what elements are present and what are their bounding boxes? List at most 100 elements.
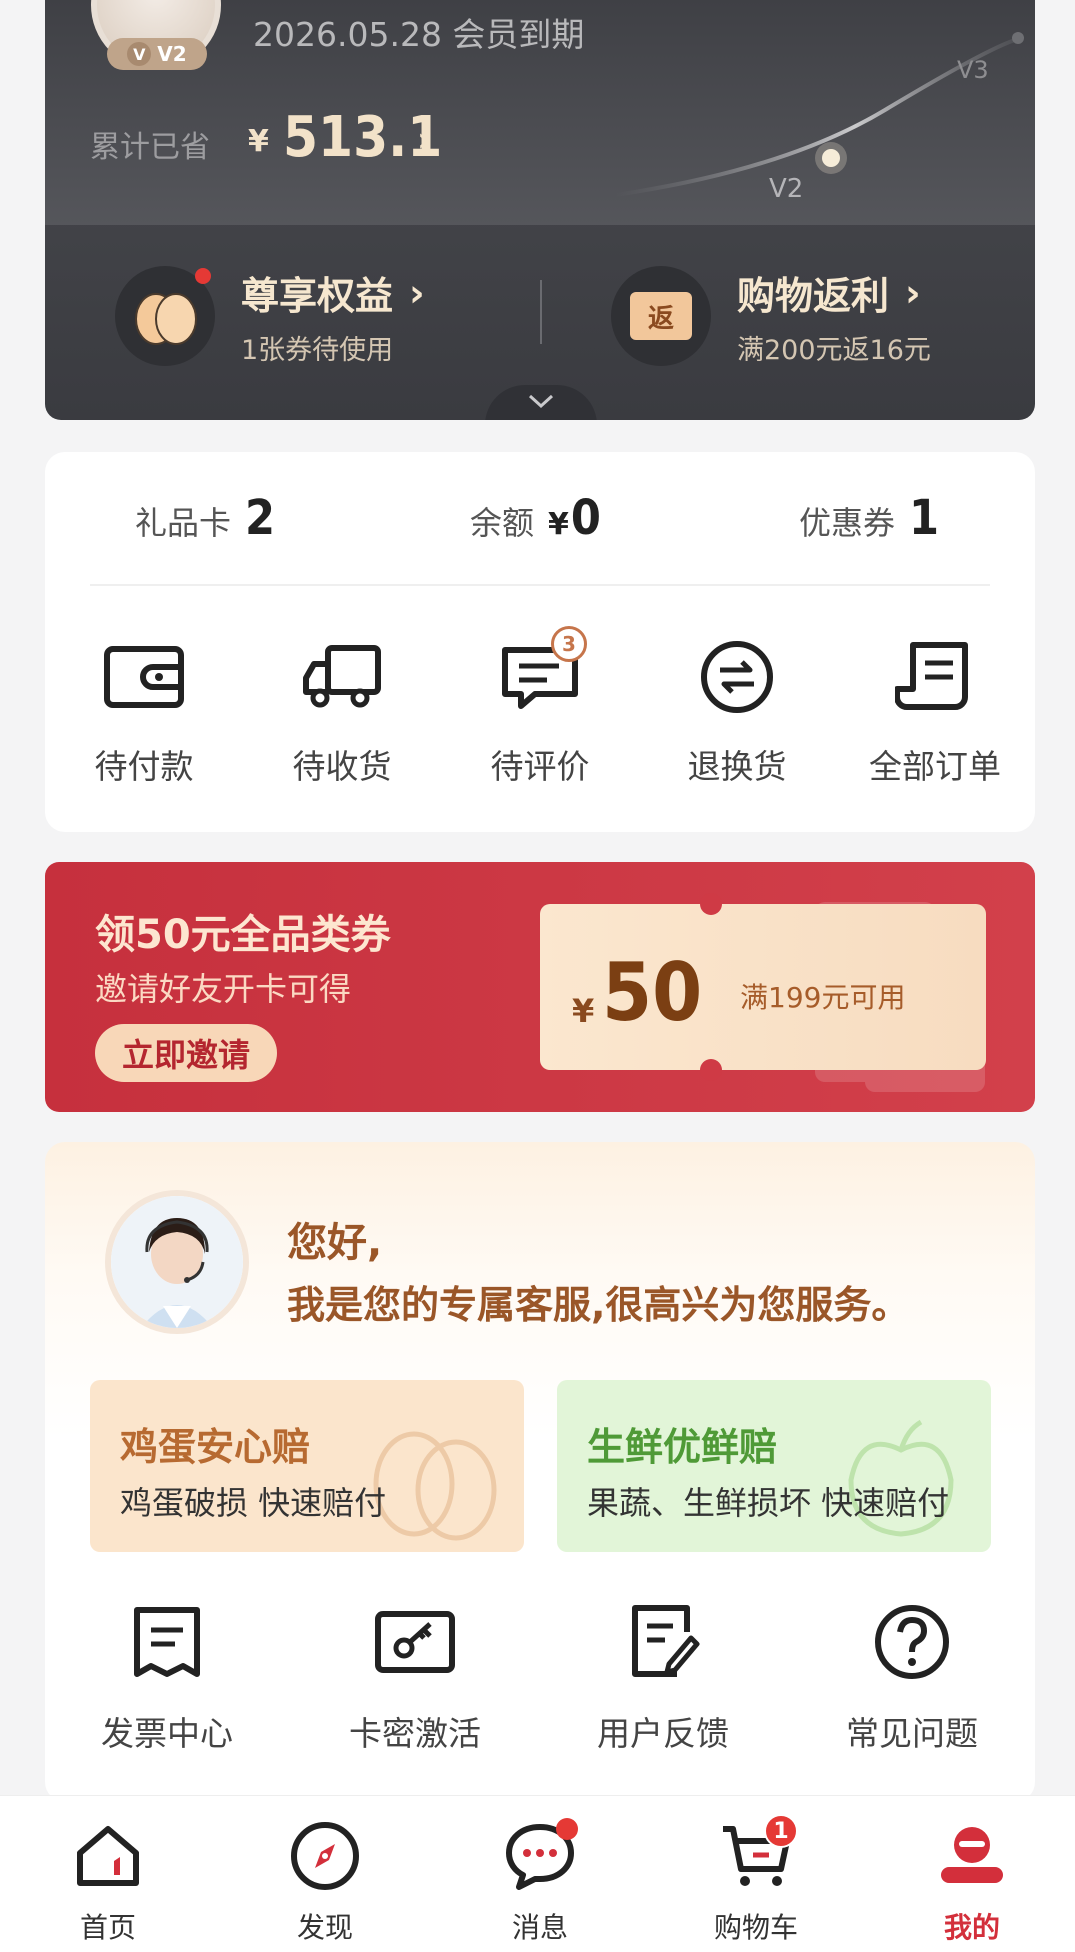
chevron-right-icon: › [409, 270, 425, 315]
tab-label: 发现 [296, 1911, 353, 1944]
coupon-amount: 50 [602, 946, 703, 1039]
coupon-currency: ¥ [572, 992, 595, 1030]
member-header: V V2 2026.05.28 会员到期 累计已省 ¥ 513.1 › V3 V… [45, 0, 1035, 225]
gift-card-label: 礼品卡 [135, 504, 232, 542]
expand-card-button[interactable] [485, 385, 597, 420]
comment-icon: 3 [495, 626, 587, 722]
gift-card-count: 2 [245, 490, 276, 546]
review-count-badge: 3 [551, 626, 587, 662]
card-activation-entry[interactable]: 卡密激活 [315, 1597, 515, 1755]
home-icon [68, 1816, 148, 1896]
order-list-icon [890, 632, 980, 722]
egg-guarantee-subtitle: 鸡蛋破损 快速赔付 [120, 1484, 387, 1522]
invite-subtitle: 邀请好友开卡可得 [95, 970, 352, 1008]
order-label: 全部订单 [869, 747, 1001, 786]
coupon-ticket[interactable]: ¥ 50 满199元可用 [540, 893, 986, 1081]
feedback-icon [618, 1597, 708, 1687]
order-pending-delivery[interactable]: 待收货 [262, 632, 422, 788]
rebate-ticket-label: 返 [630, 292, 692, 340]
divider [90, 584, 990, 586]
tab-label: 购物车 [713, 1911, 798, 1944]
coupon-entry[interactable]: 优惠券 1 [799, 490, 939, 546]
compass-icon [285, 1816, 365, 1896]
coupon-label: 优惠券 [799, 504, 896, 542]
truck-icon [297, 632, 387, 722]
coupon-condition: 满199元可用 [740, 981, 906, 1014]
tool-label: 用户反馈 [597, 1714, 729, 1753]
current-level-label: V2 [769, 174, 804, 204]
invoice-icon [122, 1597, 212, 1687]
benefit-red-dot [195, 268, 211, 284]
member-expire-date: 2026.05.28 会员到期 [253, 15, 585, 54]
tab-discover[interactable]: 发现 [255, 1816, 395, 1946]
tool-label: 卡密激活 [349, 1714, 481, 1753]
tab-messages[interactable]: 消息 [470, 1816, 610, 1946]
balance-currency: ¥ [548, 507, 569, 542]
coupon-notch [700, 1059, 722, 1081]
agent-portrait-icon [111, 1196, 243, 1328]
member-level-text: V2 [157, 42, 187, 66]
invoice-center-entry[interactable]: 发票中心 [67, 1597, 267, 1755]
tab-home[interactable]: 首页 [38, 1816, 178, 1946]
benefit-title: 尊享权益 [241, 274, 394, 318]
order-pending-payment[interactable]: 待付款 [64, 632, 224, 788]
exchange-icon [692, 632, 782, 722]
rebate-subtitle: 满200元返16元 [737, 335, 931, 366]
order-label: 待付款 [94, 747, 194, 786]
message-icon [500, 1816, 580, 1896]
fresh-guarantee-subtitle: 果蔬、生鲜损坏 快速赔付 [587, 1484, 950, 1522]
shopping-rebate-entry[interactable]: 返 购物返利 › 满200元返16元 [611, 265, 931, 367]
order-pending-review[interactable]: 3 待评价 [460, 626, 620, 788]
benefit-subtitle: 1张券待使用 [241, 335, 394, 366]
exclusive-benefits-entry[interactable]: 尊享权益 › 1张券待使用 [115, 265, 425, 367]
member-level-badge: V V2 [107, 38, 207, 70]
invite-title: 领50元全品类券 [95, 912, 391, 958]
chevron-right-icon: › [905, 270, 921, 315]
faq-entry[interactable]: 常见问题 [812, 1597, 1012, 1755]
message-red-dot [556, 1818, 578, 1840]
egg-guarantee-card[interactable]: 鸡蛋安心赔 鸡蛋破损 快速赔付 [90, 1380, 524, 1552]
invite-now-button[interactable]: 立即邀请 [95, 1024, 277, 1082]
rebate-ticket-icon: 返 [611, 266, 711, 366]
coupon-count: 1 [909, 490, 940, 546]
bottom-tab-bar: 首页 发现 消息 1 购物车 我的 [0, 1795, 1075, 1952]
tool-label: 发票中心 [101, 1714, 233, 1753]
egg-icon [115, 266, 215, 366]
gift-card-entry[interactable]: 礼品卡 2 [135, 490, 275, 546]
cart-icon: 1 [716, 1814, 798, 1896]
balance-value: 0 [570, 490, 601, 546]
cart-count-badge: 1 [764, 1814, 798, 1848]
balance-label: 余额 [470, 504, 535, 542]
tab-label: 我的 [943, 1911, 1000, 1944]
tab-cart[interactable]: 1 购物车 [686, 1814, 826, 1946]
fresh-guarantee-title: 生鲜优鲜赔 [587, 1425, 778, 1469]
order-label: 待收货 [292, 747, 392, 786]
service-agent-avatar[interactable] [105, 1190, 249, 1334]
customer-service-card: 您好, 我是您的专属客服,很高兴为您服务。 鸡蛋安心赔 鸡蛋破损 快速赔付 生鲜… [45, 1142, 1035, 1802]
saved-label: 累计已省 [90, 130, 210, 165]
tab-label: 首页 [79, 1911, 136, 1944]
order-returns[interactable]: 退换货 [657, 632, 817, 788]
saved-detail-arrow[interactable]: › [417, 120, 431, 160]
service-greeting: 您好, [287, 1220, 383, 1266]
question-icon [867, 1597, 957, 1687]
egg-guarantee-title: 鸡蛋安心赔 [120, 1425, 311, 1469]
assets-orders-card: 礼品卡 2 余额 ¥0 优惠券 1 待付款 待收货 3 待评价 退换货 全部订单 [45, 452, 1035, 832]
invite-banner[interactable]: 领50元全品类券 邀请好友开卡可得 立即邀请 ¥ 50 满199元可用 [45, 862, 1035, 1112]
chevron-down-icon [528, 394, 554, 409]
benefit-divider [540, 280, 542, 344]
coupon-notch [700, 893, 722, 915]
order-all[interactable]: 全部订单 [855, 632, 1015, 788]
tab-label: 消息 [511, 1911, 568, 1944]
wallet-icon [99, 632, 189, 722]
order-label: 退换货 [687, 747, 787, 786]
tool-label: 常见问题 [846, 1714, 978, 1753]
user-feedback-entry[interactable]: 用户反馈 [563, 1597, 763, 1755]
v-icon: V [127, 42, 152, 66]
balance-entry[interactable]: 余额 ¥0 [470, 490, 601, 546]
order-label: 待评价 [490, 747, 590, 786]
profile-icon [932, 1816, 1012, 1896]
tab-profile[interactable]: 我的 [902, 1816, 1042, 1946]
key-card-icon [370, 1597, 460, 1687]
fresh-guarantee-card[interactable]: 生鲜优鲜赔 果蔬、生鲜损坏 快速赔付 [557, 1380, 991, 1552]
